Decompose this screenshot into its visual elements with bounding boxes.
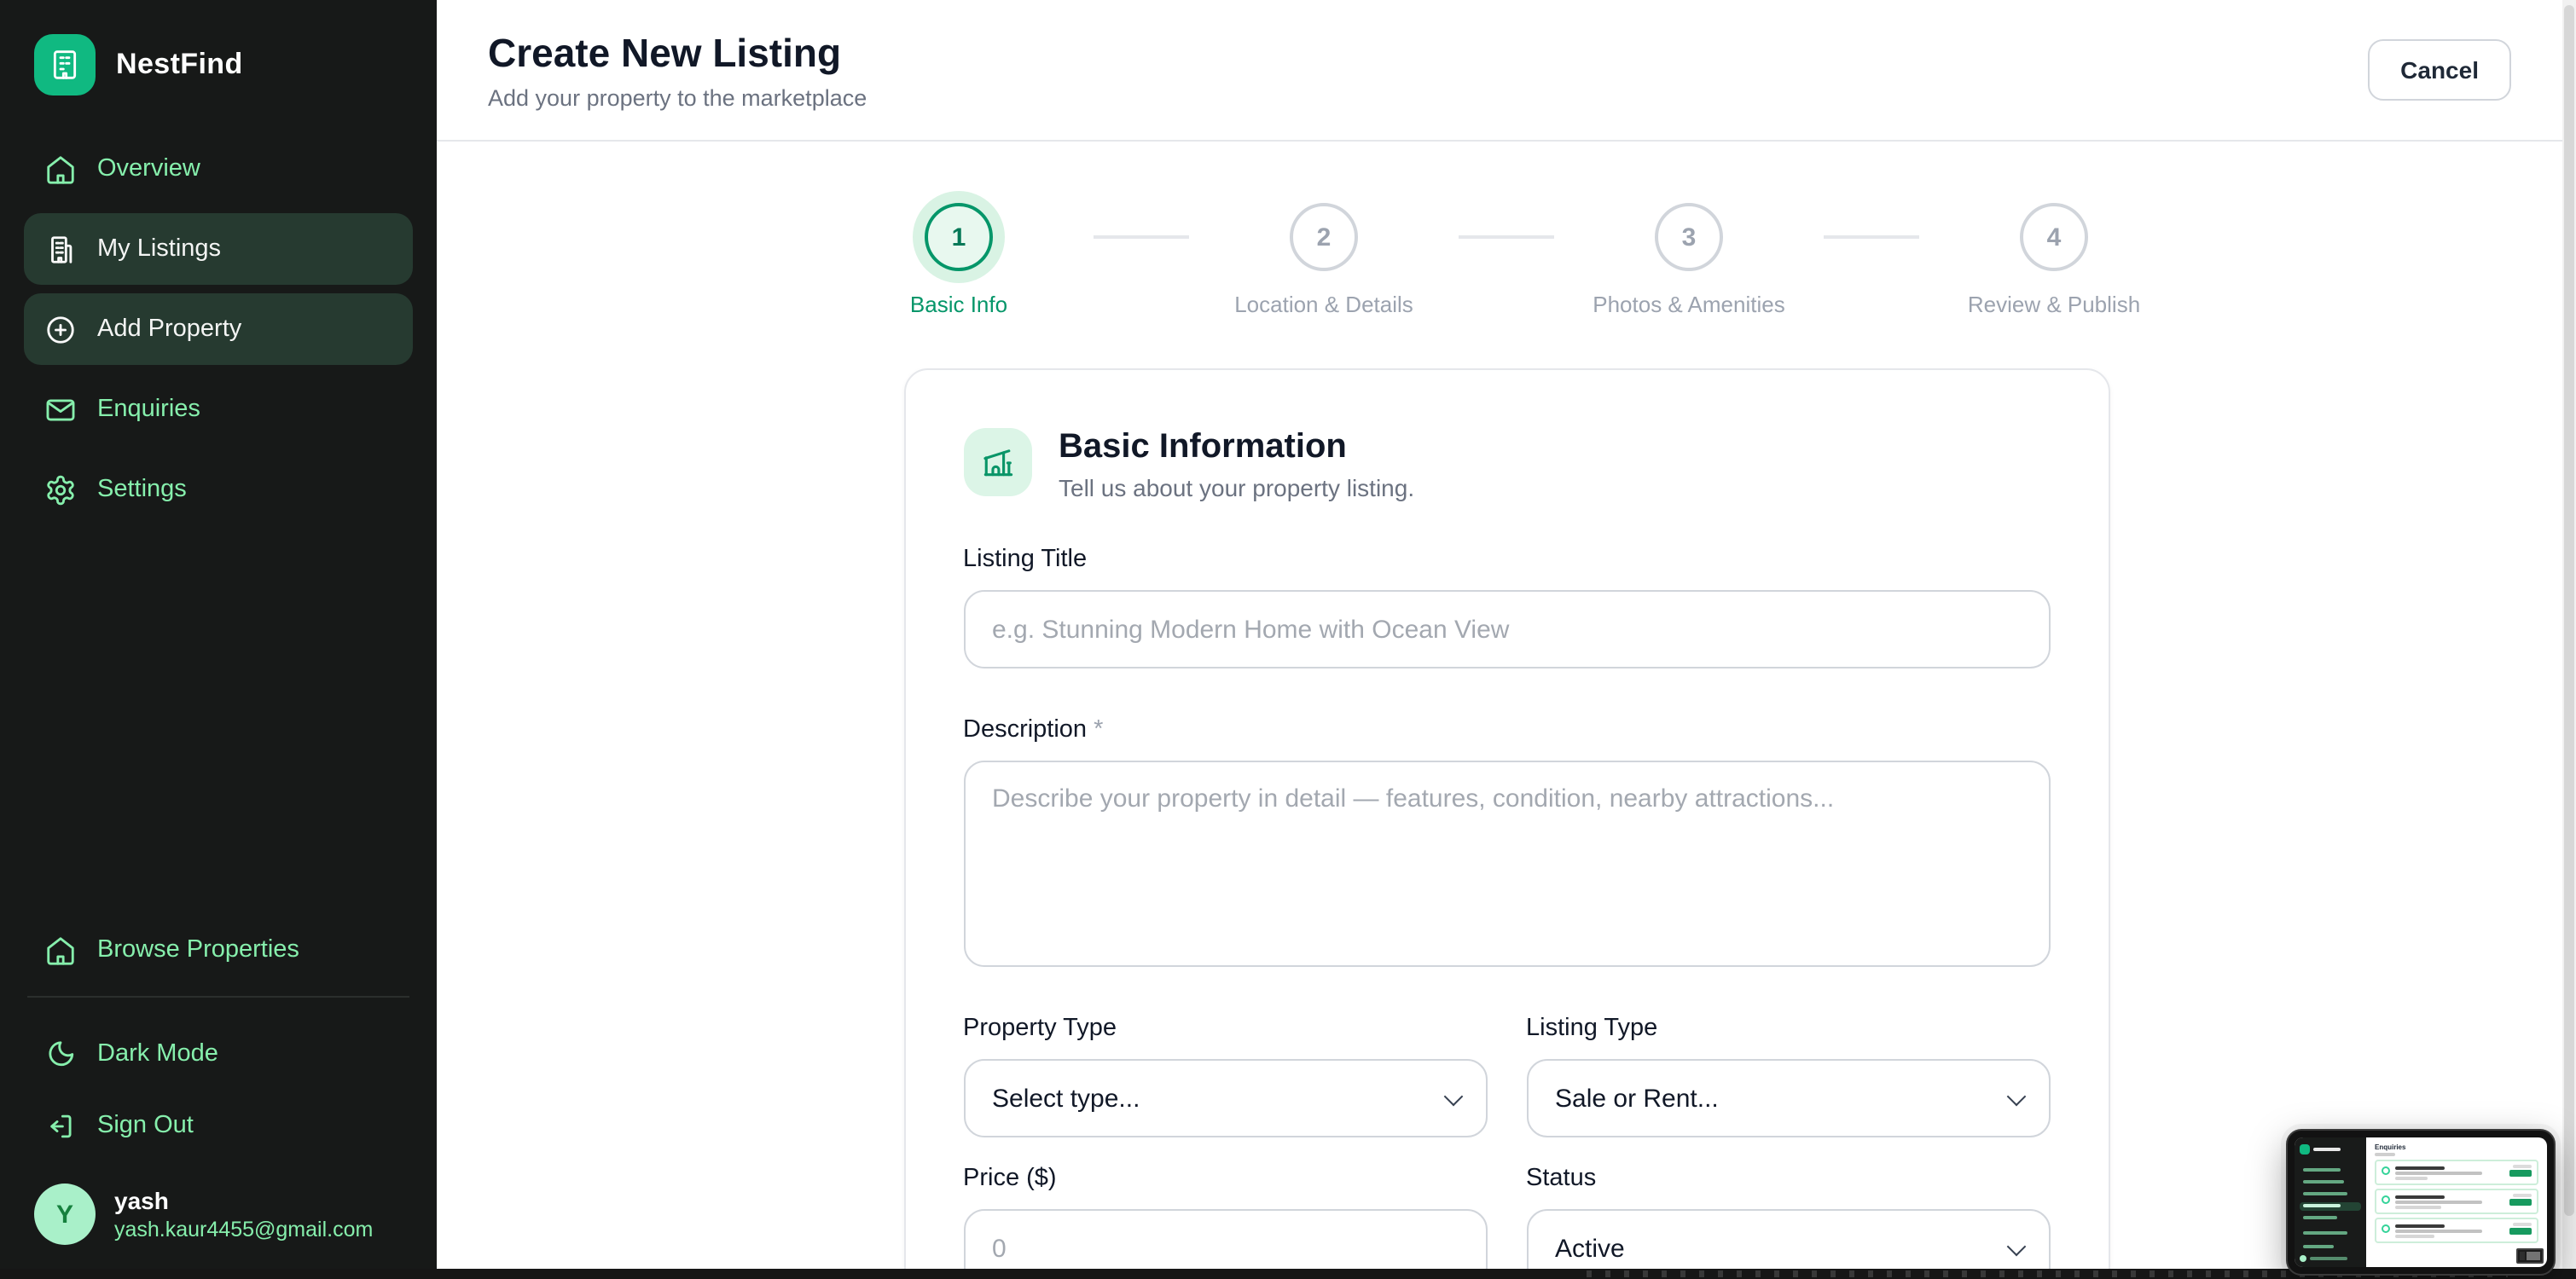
sidebar-item-label: Browse Properties [97, 936, 299, 964]
section-title: Basic Information [1059, 428, 1414, 467]
user-profile[interactable]: Y yash yash.kaur4455@gmail.com [24, 1161, 413, 1245]
preview-avatar [2300, 1255, 2306, 1262]
sidebar-item-label: My Listings [97, 235, 221, 263]
page-title: Create New Listing [488, 30, 867, 76]
sign-out-button[interactable]: Sign Out [24, 1090, 413, 1161]
step-circle-2[interactable]: 2 [1290, 203, 1358, 271]
user-name: yash [114, 1186, 373, 1215]
step-label: Location & Details [1234, 292, 1413, 317]
chevron-down-icon [2006, 1087, 2026, 1107]
sidebar-nav: Overview My Listings Add Property [24, 133, 413, 525]
description-textarea[interactable] [963, 761, 2050, 967]
status-select[interactable]: Active [1526, 1209, 2050, 1269]
step-circle-1[interactable]: 1 [925, 203, 993, 271]
building-icon [44, 233, 77, 265]
scrollbar-thumb[interactable] [2564, 5, 2574, 1216]
home-icon [44, 934, 77, 966]
step-label: Photos & Amenities [1593, 292, 1784, 317]
preview-title: Enquiries [2375, 1143, 2538, 1151]
preview-enquiry-card [2375, 1160, 2538, 1185]
brand: NestFind [24, 20, 413, 133]
price-label: Price ($) [963, 1165, 1487, 1192]
step-circle-4[interactable]: 4 [2020, 203, 2088, 271]
sidebar-item-label: Overview [97, 155, 200, 182]
required-asterisk: * [1094, 716, 1103, 744]
step-review-publish: 4 Review & Publish [1935, 203, 2173, 317]
sidebar-item-my-listings[interactable]: My Listings [24, 213, 413, 285]
step-connector [1459, 235, 1554, 239]
preview-active-item [2300, 1201, 2361, 1210]
chevron-down-icon [2006, 1237, 2026, 1257]
sidebar-spacer [24, 525, 413, 914]
sidebar-item-label: Add Property [97, 315, 241, 343]
price-input[interactable] [963, 1209, 1487, 1269]
listing-type-select[interactable]: Sale or Rent... [1526, 1059, 2050, 1137]
listing-type-value: Sale or Rent... [1555, 1084, 1719, 1113]
sidebar-item-label: Settings [97, 476, 187, 503]
step-circle-3[interactable]: 3 [1655, 203, 1723, 271]
step-photos-amenities: 3 Photos & Amenities [1569, 203, 1808, 317]
step-connector [1094, 235, 1189, 239]
sidebar-item-overview[interactable]: Overview [24, 133, 413, 205]
preview-enquiry-card [2375, 1218, 2538, 1243]
listing-title-input[interactable] [963, 590, 2050, 668]
avatar: Y [34, 1184, 96, 1245]
description-label: Description* [963, 716, 2050, 744]
nested-preview [2516, 1248, 2544, 1264]
preview-main: Enquiries [2366, 1137, 2547, 1267]
status-value: Active [1555, 1234, 1625, 1263]
moon-icon [44, 1038, 77, 1070]
sign-out-icon [44, 1109, 77, 1142]
preview-logo [2300, 1144, 2310, 1155]
sidebar-item-label: Enquiries [97, 396, 200, 423]
house-chart-icon [963, 428, 1031, 496]
scrollbar[interactable] [2562, 0, 2576, 1269]
form-content: 1 Basic Info 2 Location & Details 3 Phot… [437, 142, 2576, 1269]
plus-circle-icon [44, 313, 77, 345]
property-type-value: Select type... [992, 1084, 1140, 1113]
preview-enquiry-card [2375, 1189, 2538, 1214]
property-type-label: Property Type [963, 1015, 1487, 1042]
page-subtitle: Add your property to the marketplace [488, 84, 867, 110]
listing-type-label: Listing Type [1526, 1015, 2050, 1042]
brand-building-icon [34, 34, 96, 95]
gear-icon [44, 473, 77, 506]
preview-screen: Enquiries [2295, 1137, 2547, 1267]
mail-icon [44, 393, 77, 425]
main-area: Create New Listing Add your property to … [437, 0, 2576, 1269]
sign-out-label: Sign Out [97, 1112, 194, 1139]
stepper: 1 Basic Info 2 Location & Details 3 Phot… [839, 203, 2173, 317]
sidebar-item-enquiries[interactable]: Enquiries [24, 373, 413, 445]
preview-sidebar [2295, 1137, 2366, 1267]
sidebar-divider [27, 996, 409, 998]
sidebar: NestFind Overview My Listings [0, 0, 437, 1269]
step-label: Review & Publish [1968, 292, 2140, 317]
screen-share-preview[interactable]: Enquiries [2286, 1129, 2556, 1276]
home-icon [44, 153, 77, 185]
basic-info-card: Basic Information Tell us about your pro… [903, 368, 2109, 1269]
sidebar-item-settings[interactable]: Settings [24, 454, 413, 525]
status-label: Status [1526, 1165, 2050, 1192]
section-header: Basic Information Tell us about your pro… [963, 428, 2050, 501]
step-basic-info: 1 Basic Info [839, 203, 1078, 317]
dark-mode-toggle[interactable]: Dark Mode [24, 1018, 413, 1090]
sidebar-item-browse-properties[interactable]: Browse Properties [24, 914, 413, 986]
user-email: yash.kaur4455@gmail.com [114, 1215, 373, 1242]
step-connector [1824, 235, 1919, 239]
dark-mode-label: Dark Mode [97, 1040, 218, 1068]
section-subtitle: Tell us about your property listing. [1059, 474, 1414, 501]
screen: NestFind Overview My Listings [0, 0, 2576, 1279]
page-header: Create New Listing Add your property to … [437, 0, 2576, 142]
cancel-button[interactable]: Cancel [2368, 39, 2511, 101]
step-location-details: 2 Location & Details [1204, 203, 1443, 317]
step-label: Basic Info [910, 292, 1007, 317]
sidebar-item-add-property[interactable]: Add Property [24, 293, 413, 365]
brand-name: NestFind [116, 48, 243, 82]
listing-title-label: Listing Title [963, 546, 2050, 573]
taskbar-strip [0, 1269, 2576, 1279]
property-type-select[interactable]: Select type... [963, 1059, 1487, 1137]
app-window: NestFind Overview My Listings [0, 0, 2576, 1269]
chevron-down-icon [1443, 1087, 1463, 1107]
